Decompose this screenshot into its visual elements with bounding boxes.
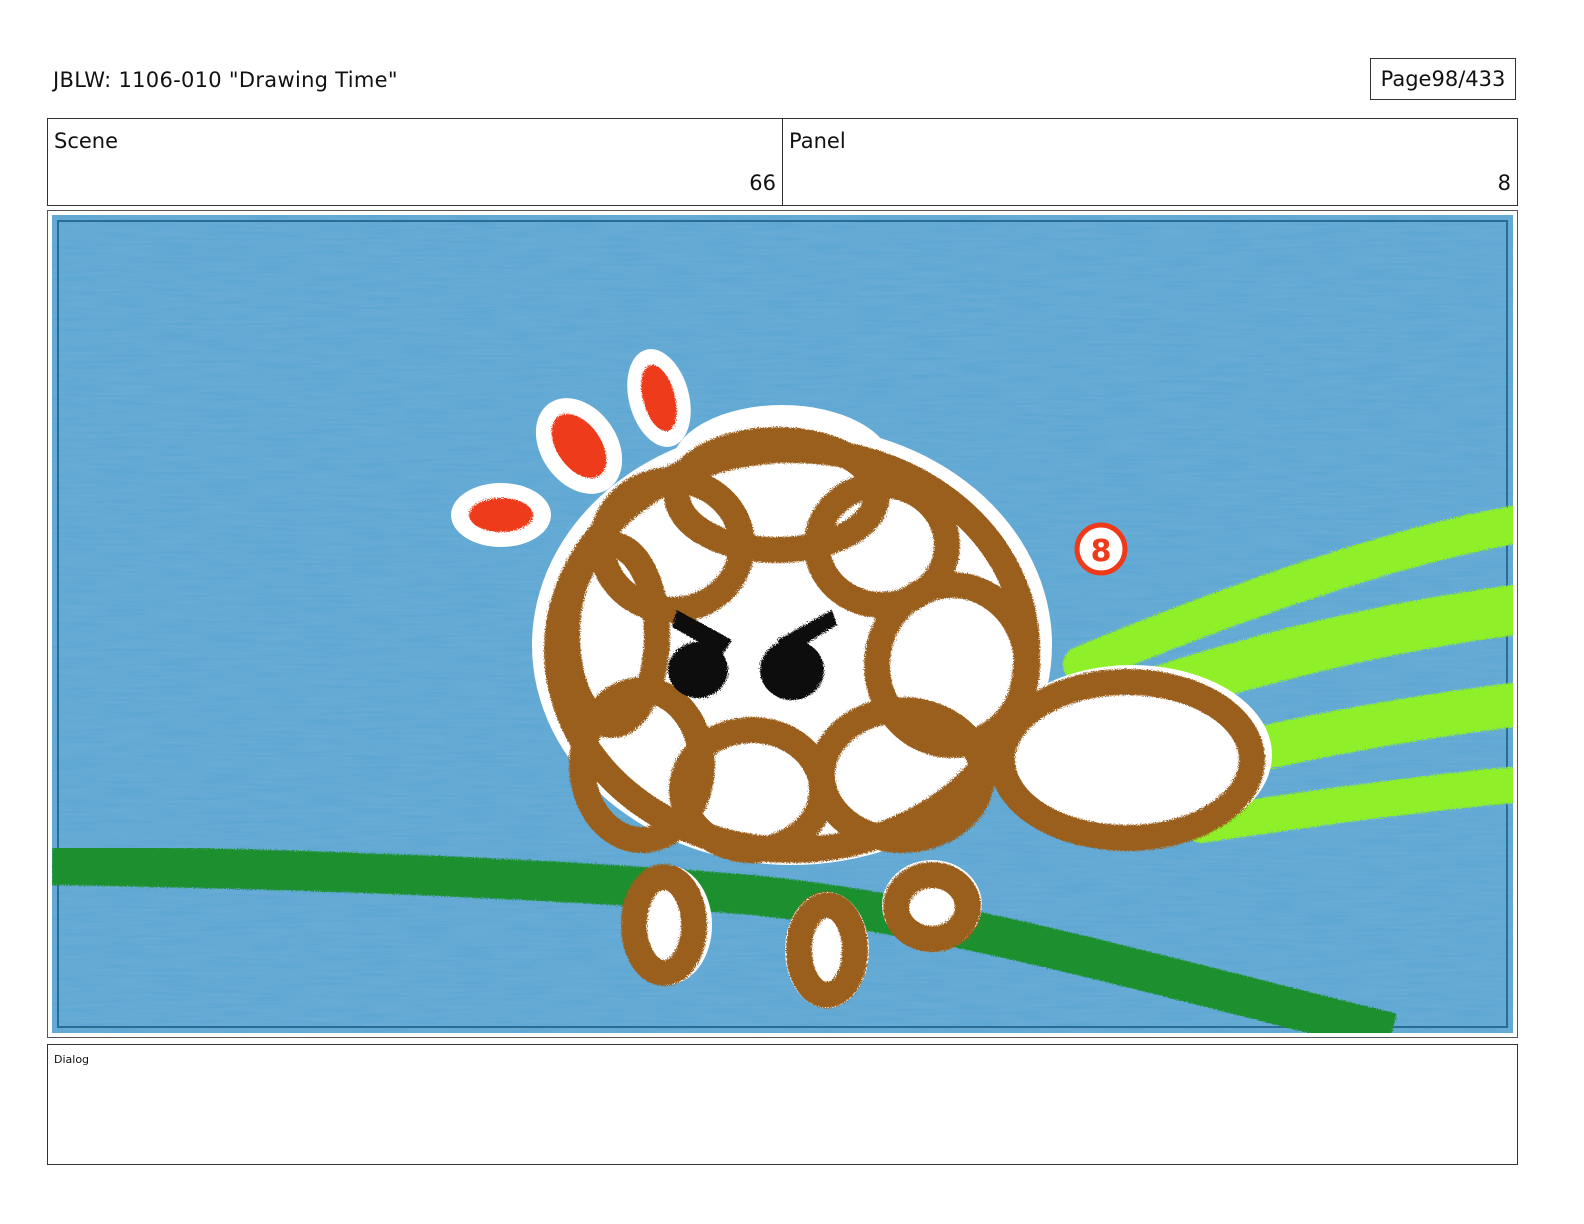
panel-marker-number: 8: [1091, 534, 1112, 569]
page-label: Page: [1380, 67, 1432, 91]
page-indicator: Page 98/433: [1370, 58, 1516, 100]
scene-cell: Scene 66: [48, 119, 782, 205]
panel-marker: 8: [1074, 522, 1128, 576]
page-number: 98/433: [1431, 67, 1506, 91]
scene-panel-row: Scene 66 Panel 8: [47, 118, 1518, 206]
panel-cell: Panel 8: [782, 119, 1517, 205]
panel-artwork: 8: [52, 215, 1513, 1033]
dialog-box: Dialog: [47, 1044, 1518, 1165]
storyboard-title: JBLW: 1106-010 "Drawing Time": [53, 68, 398, 92]
scene-number: 66: [749, 171, 776, 195]
panel-label: Panel: [789, 129, 846, 153]
scene-label: Scene: [54, 129, 119, 153]
dialog-label: Dialog: [54, 1053, 90, 1066]
storyboard-panel: 8: [47, 210, 1518, 1038]
panel-number: 8: [1497, 171, 1511, 195]
